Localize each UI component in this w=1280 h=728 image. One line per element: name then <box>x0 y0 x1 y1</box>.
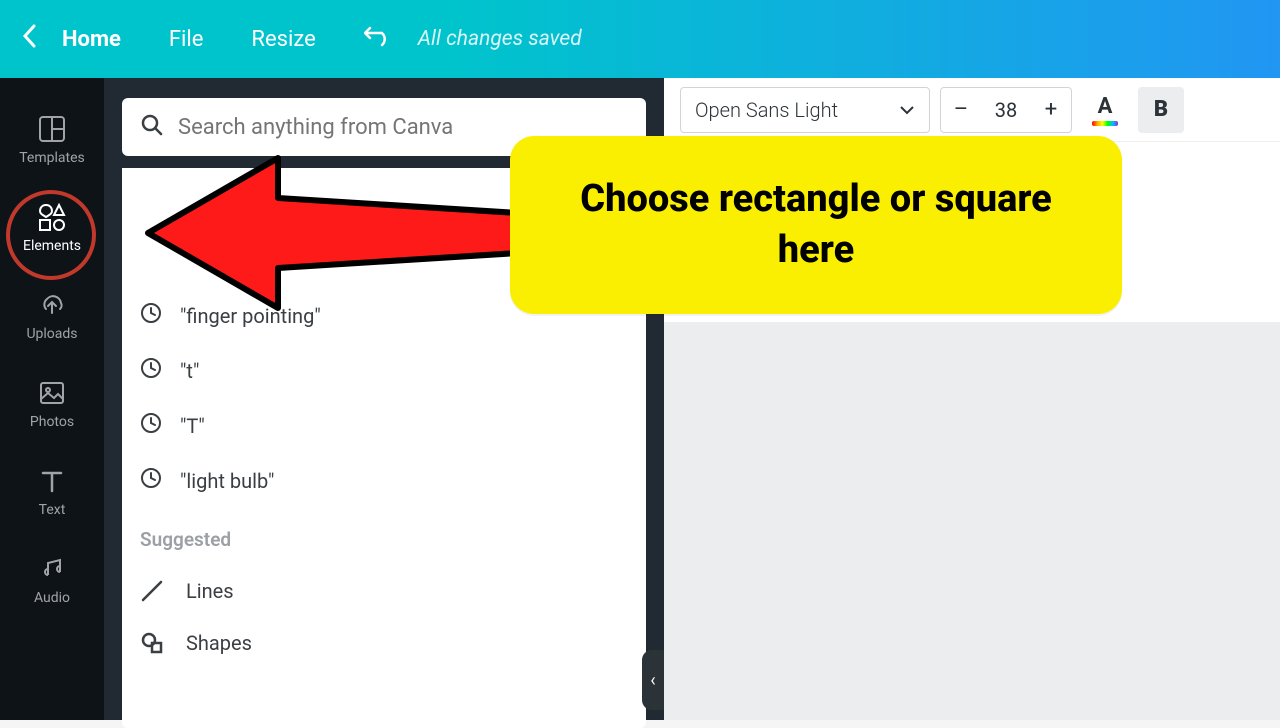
page-collapse-handle[interactable] <box>642 650 664 710</box>
templates-icon <box>37 114 67 144</box>
font-size-value[interactable]: 38 <box>981 98 1031 122</box>
undo-icon[interactable] <box>364 26 394 52</box>
font-dropdown[interactable]: Open Sans Light <box>680 87 930 133</box>
annotation-callout: Choose rectangle or square here <box>510 136 1122 314</box>
chevron-down-icon <box>899 100 915 119</box>
size-increase-button[interactable]: + <box>1031 87 1071 133</box>
sidebar-item-text[interactable]: Text <box>0 448 104 536</box>
recent-label: "T" <box>180 414 205 438</box>
sidebar-item-label: Templates <box>19 150 85 166</box>
photos-icon <box>37 378 67 408</box>
audio-icon <box>37 554 67 584</box>
sidebar-item-label: Text <box>39 502 66 518</box>
font-size-group: – 38 + <box>940 87 1072 133</box>
text-color-button[interactable]: A <box>1082 87 1128 133</box>
color-spectrum-icon <box>1092 121 1118 126</box>
annotation-arrow-icon <box>138 148 538 318</box>
elements-icon <box>37 202 67 232</box>
recent-search-item[interactable]: "t" <box>140 343 628 398</box>
text-icon <box>37 466 67 496</box>
bold-button[interactable]: B <box>1138 87 1184 133</box>
uploads-icon <box>37 290 67 320</box>
home-menu[interactable]: Home <box>62 27 121 52</box>
save-status: All changes saved <box>418 27 582 51</box>
sidebar-item-uploads[interactable]: Uploads <box>0 272 104 360</box>
sidebar-item-label: Photos <box>30 414 74 430</box>
file-menu[interactable]: File <box>169 27 204 52</box>
recent-search-item[interactable]: "T" <box>140 398 628 453</box>
size-decrease-button[interactable]: – <box>941 87 981 133</box>
recent-label: "t" <box>180 359 199 383</box>
recent-search-item[interactable]: "light bulb" <box>140 453 628 508</box>
category-label: Shapes <box>186 631 252 655</box>
color-letter: A <box>1098 94 1113 119</box>
recent-label: "light bulb" <box>180 469 274 493</box>
suggested-heading: Suggested <box>140 508 628 565</box>
sidebar-item-photos[interactable]: Photos <box>0 360 104 448</box>
clock-icon <box>140 357 162 384</box>
sidebar-item-templates[interactable]: Templates <box>0 96 104 184</box>
category-label: Lines <box>186 579 234 603</box>
resize-menu[interactable]: Resize <box>251 27 315 52</box>
callout-text: Choose rectangle or square here <box>550 174 1082 277</box>
category-shapes[interactable]: Shapes <box>140 617 628 669</box>
search-icon <box>140 113 164 141</box>
font-name: Open Sans Light <box>695 98 838 122</box>
top-menu-bar: Home File Resize All changes saved <box>0 0 1280 78</box>
shapes-icon <box>140 631 168 655</box>
sidebar-item-label: Uploads <box>26 326 77 342</box>
sidebar-item-audio[interactable]: Audio <box>0 536 104 624</box>
back-icon[interactable] <box>20 22 38 57</box>
clock-icon <box>140 412 162 439</box>
category-lines[interactable]: Lines <box>140 565 628 617</box>
text-toolbar: Open Sans Light – 38 + A B <box>664 78 1280 142</box>
clock-icon <box>140 467 162 494</box>
sidebar-item-label: Elements <box>23 238 81 254</box>
annotation-circle <box>0 184 102 286</box>
lines-icon <box>140 579 168 603</box>
sidebar-item-label: Audio <box>34 590 70 606</box>
left-sidebar: Templates Elements Uploads <box>0 78 104 720</box>
canvas-viewport[interactable] <box>664 322 1280 720</box>
sidebar-item-elements[interactable]: Elements <box>0 184 104 272</box>
